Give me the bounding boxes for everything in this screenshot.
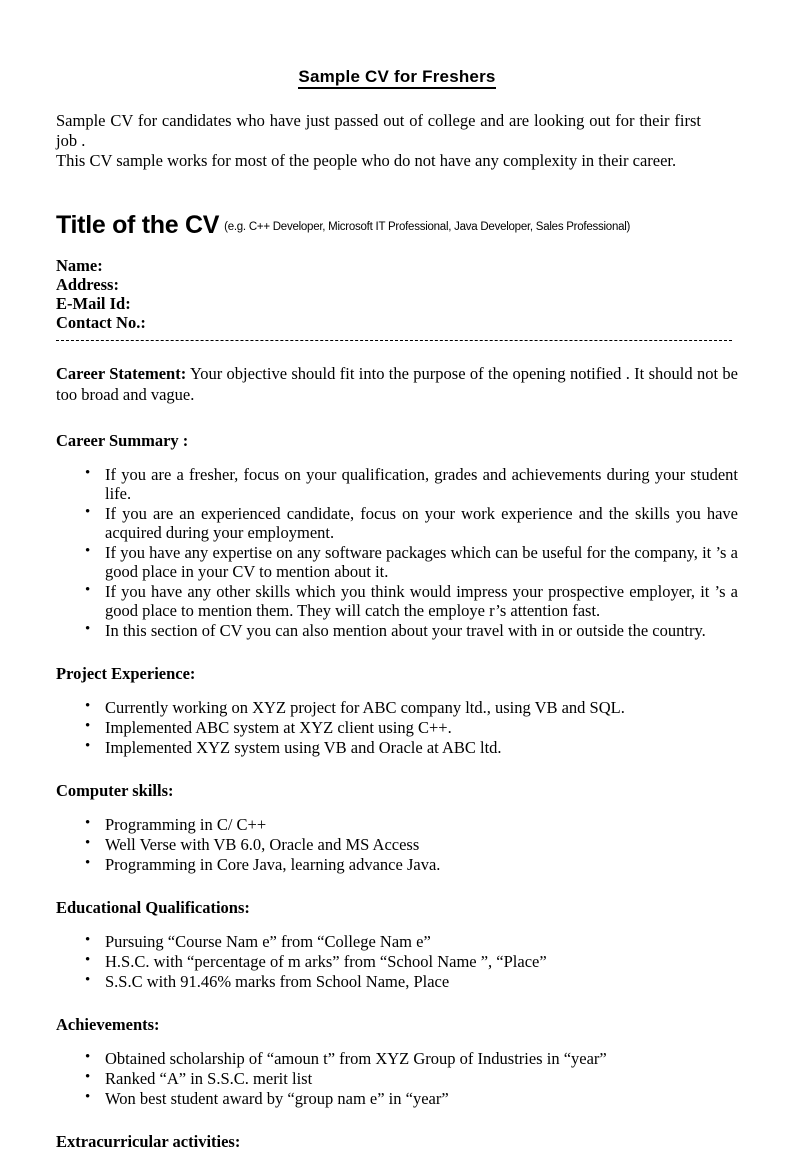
section-extracurricular-activities: Extracurricular activities: — [56, 1132, 738, 1152]
cv-title-note: (e.g. C++ Developer, Microsoft IT Profes… — [224, 220, 631, 233]
list-item: Obtained scholarship of “amoun t” from X… — [56, 1048, 738, 1068]
bullet-list-educational-qualifications: Pursuing “Course Nam e” from “College Na… — [56, 931, 738, 991]
document-title: Sample CV for Freshers — [56, 67, 738, 89]
list-item: If you are an experienced candidate, foc… — [56, 503, 738, 542]
section-educational-qualifications: Educational Qualifications: Pursuing “Co… — [56, 898, 738, 991]
section-heading-computer-skills: Computer skills: — [56, 780, 174, 800]
section-computer-skills: Computer skills: Programming in C/ C++ W… — [56, 781, 738, 874]
bullet-list-career-summary: If you are a fresher, focus on your qual… — [56, 464, 738, 640]
section-heading-career-summary: Career Summary : — [56, 430, 189, 450]
list-item: Currently working on XYZ project for ABC… — [56, 697, 738, 717]
career-statement-label: Career Statement: — [56, 363, 187, 383]
intro-line-2: This CV sample works for most of the peo… — [56, 150, 677, 170]
list-item: In this section of CV you can also menti… — [56, 620, 738, 640]
list-item: Implemented ABC system at XYZ client usi… — [56, 717, 738, 737]
list-item: If you have any other skills which you t… — [56, 581, 738, 620]
list-item: Pursuing “Course Nam e” from “College Na… — [56, 931, 738, 951]
bullet-list-project-experience: Currently working on XYZ project for ABC… — [56, 697, 738, 757]
contact-fields: Name: Address: E-Mail Id: Contact No.: — [56, 256, 738, 332]
field-label-address: Address: — [56, 274, 119, 294]
field-label-email: E-Mail Id: — [56, 293, 131, 313]
list-item: Won best student award by “group nam e” … — [56, 1088, 738, 1108]
document-page: Sample CV for Freshers Sample CV for can… — [0, 0, 793, 1151]
dashed-divider — [56, 339, 732, 341]
list-item: Ranked “A” in S.S.C. merit list — [56, 1068, 738, 1088]
document-content: Sample CV for Freshers Sample CV for can… — [56, 67, 738, 1176]
section-heading-project-experience: Project Experience: — [56, 663, 196, 683]
section-achievements: Achievements: Obtained scholarship of “a… — [56, 1015, 738, 1108]
field-label-name: Name: — [56, 255, 103, 275]
cv-title-row: Title of the CV (e.g. C++ Developer, Micr… — [56, 210, 738, 239]
list-item: Programming in Core Java, learning advan… — [56, 854, 738, 874]
list-item: Programming in C/ C++ — [56, 814, 738, 834]
section-career-summary: Career Summary : If you are a fresher, f… — [56, 431, 738, 640]
section-heading-educational-qualifications: Educational Qualifications: — [56, 897, 250, 917]
career-statement: Career Statement: Your objective should … — [56, 363, 738, 405]
list-item: If you are a fresher, focus on your qual… — [56, 464, 738, 503]
document-title-text: Sample CV for Freshers — [298, 67, 496, 89]
list-item: If you have any expertise on any softwar… — [56, 542, 738, 581]
list-item: Well Verse with VB 6.0, Oracle and MS Ac… — [56, 834, 738, 854]
field-label-contact-no: Contact No.: — [56, 312, 146, 332]
section-heading-achievements: Achievements: — [56, 1014, 160, 1034]
bullet-list-achievements: Obtained scholarship of “amoun t” from X… — [56, 1048, 738, 1108]
section-heading-extracurricular-activities: Extracurricular activities: — [56, 1131, 241, 1151]
cv-title: Title of the CV — [56, 210, 220, 239]
list-item: S.S.C with 91.46% marks from School Name… — [56, 971, 738, 991]
list-item: Implemented XYZ system using VB and Orac… — [56, 737, 738, 757]
list-item: H.S.C. with “percentage of m arks” from … — [56, 951, 738, 971]
intro-paragraph: Sample CV for candidates who have just p… — [56, 111, 701, 171]
intro-line-1: Sample CV for candidates who have just p… — [56, 110, 701, 150]
bullet-list-computer-skills: Programming in C/ C++ Well Verse with VB… — [56, 814, 738, 874]
section-project-experience: Project Experience: Currently working on… — [56, 664, 738, 757]
